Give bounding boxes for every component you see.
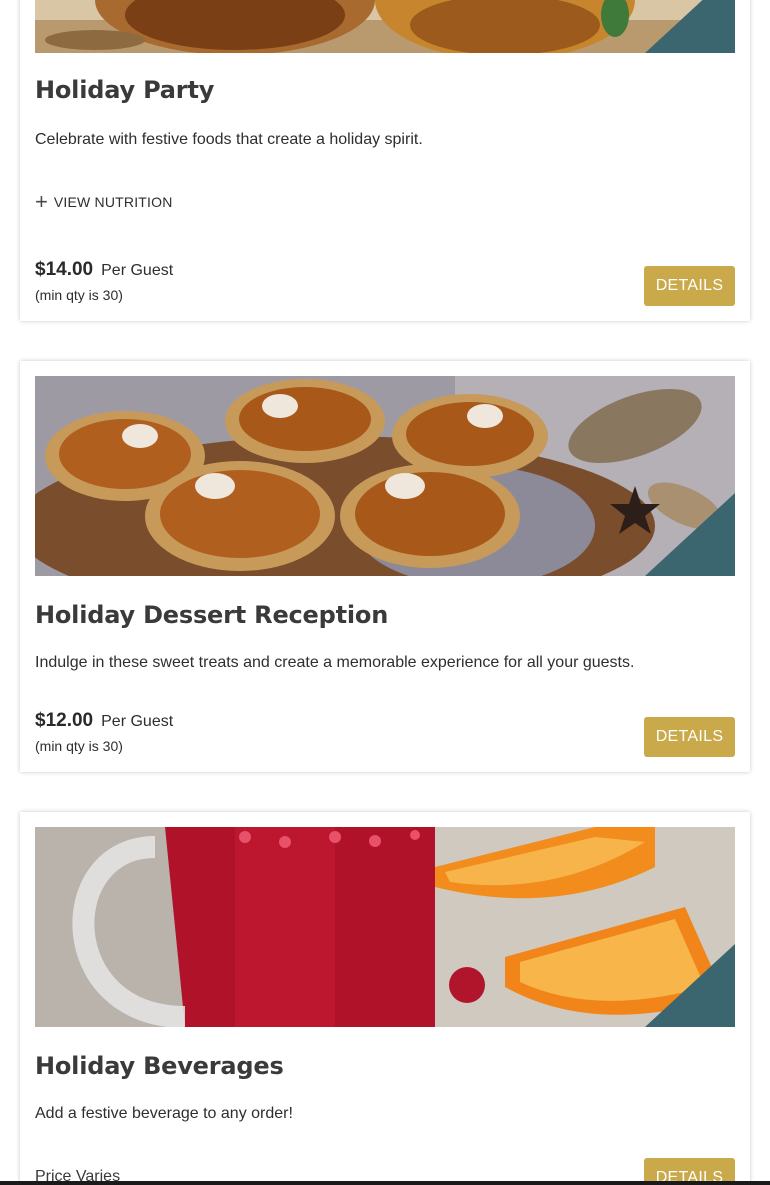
bottom-edge-bar [0,1181,770,1185]
plus-icon: + [35,189,48,214]
min-qty-note: (min qty is 30) [35,287,123,303]
card-description: Celebrate with festive foods that create… [35,131,423,148]
price-block: $12.00 Per Guest (min qty is 30) [35,710,173,754]
cranberry-punch-image[interactable] [35,827,735,1027]
card-title: Holiday Dessert Reception [35,601,389,629]
details-button[interactable]: DETAILS [644,717,735,757]
menu-card-holiday-dessert-reception: Holiday Dessert Reception Indulge in the… [20,361,750,772]
holiday-party-food-image[interactable] [35,0,735,53]
view-nutrition-label: VIEW NUTRITION [53,194,173,210]
min-qty-note: (min qty is 30) [35,738,123,754]
price-unit: Per Guest [101,262,174,279]
menu-card-holiday-party: Holiday Party Celebrate with festive foo… [20,0,750,321]
card-title: Holiday Beverages [35,1052,284,1080]
card-description: Add a festive beverage to any order! [35,1105,293,1122]
card-description: Indulge in these sweet treats and create… [35,654,635,671]
price-unit: Per Guest [101,713,174,730]
price-amount: $14.00 [35,259,94,280]
price-block: $14.00 Per Guest (min qty is 30) [35,259,173,303]
menu-card-holiday-beverages: Holiday Beverages Add a festive beverage… [20,812,750,1185]
catering-menu-page: Holiday Party Celebrate with festive foo… [0,0,770,1185]
view-nutrition-toggle[interactable]: + VIEW NUTRITION [35,191,173,213]
details-button[interactable]: DETAILS [644,266,735,306]
pumpkin-tarts-image[interactable] [35,376,735,576]
price-amount: $12.00 [35,710,94,731]
card-title: Holiday Party [35,76,215,104]
